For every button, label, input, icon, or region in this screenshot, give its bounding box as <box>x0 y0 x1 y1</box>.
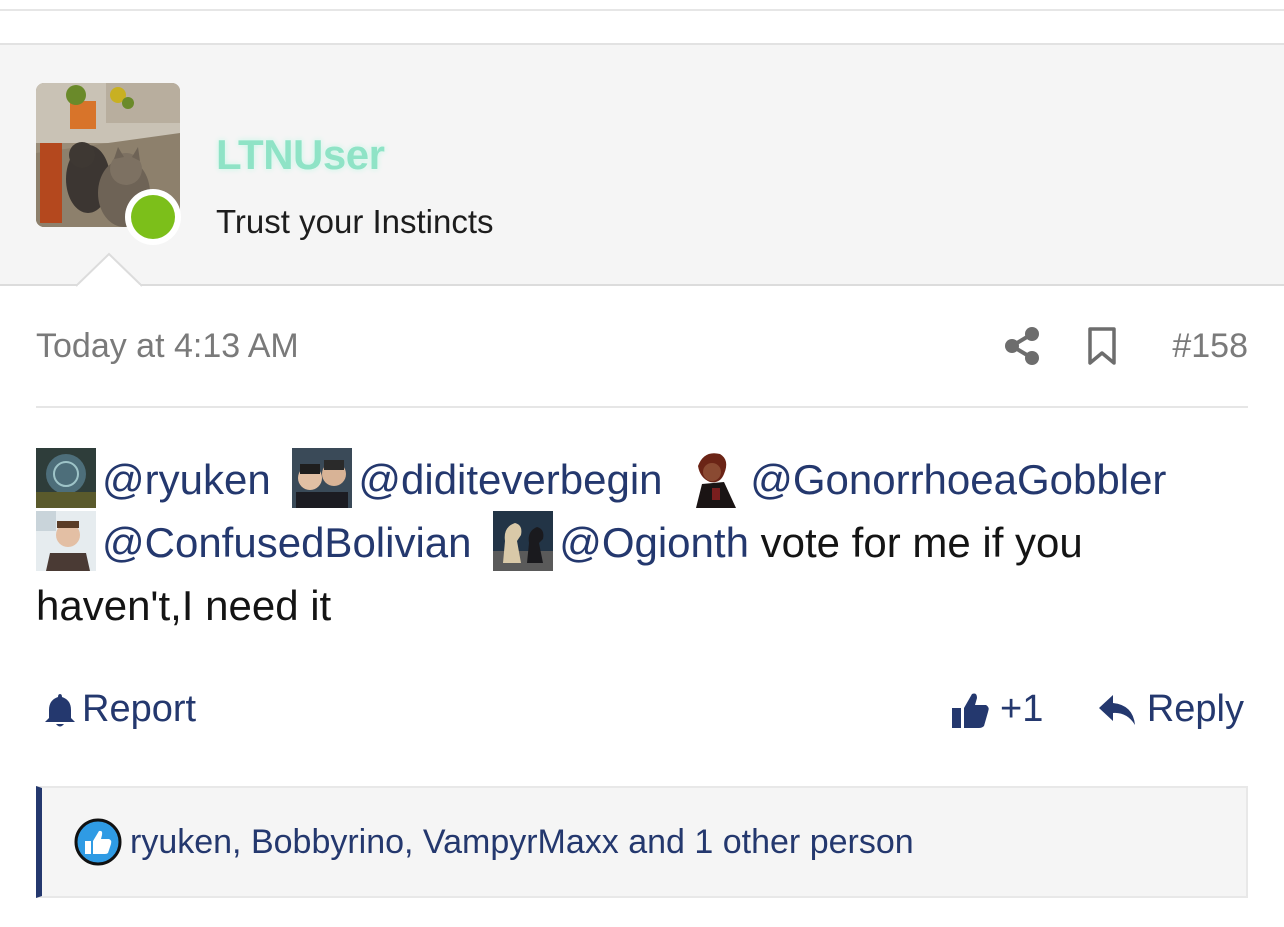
diditeverbegin-avatar[interactable] <box>292 448 353 508</box>
report-button[interactable]: Report <box>44 688 196 731</box>
like-label: +1 <box>1000 688 1044 730</box>
post-actions: Report +1 Reply <box>36 688 1248 738</box>
reply-icon <box>1098 694 1135 725</box>
confusedbolivian-avatar[interactable] <box>36 511 96 571</box>
mention-link[interactable]: @Ogionth <box>559 519 749 566</box>
online-status-indicator <box>125 189 181 245</box>
report-label: Report <box>82 688 197 730</box>
username-link[interactable]: LTNUser <box>216 131 385 179</box>
user-title: Trust your Instincts <box>216 203 494 240</box>
post-number-link[interactable]: #158 <box>1172 327 1248 366</box>
ryuken-avatar[interactable] <box>36 448 96 508</box>
post-user-header: LTNUser Trust your Instincts <box>0 43 1284 286</box>
post-message: @ryuken @diditeverbegin @GonorrhoeaGobbl… <box>36 448 1248 637</box>
mention-link[interactable]: @ConfusedBolivian <box>102 519 472 566</box>
message-text: vote for me if you <box>748 519 1083 566</box>
like-badge-icon <box>74 818 122 866</box>
bell-icon <box>45 693 75 726</box>
ogionth-avatar[interactable] <box>493 511 554 571</box>
message-text: haven't,I need it <box>36 582 332 629</box>
post-timestamp[interactable]: Today at 4:13 AM <box>36 327 299 366</box>
post-meta-row: Today at 4:13 AM #158 <box>36 320 1248 376</box>
gonorrhoeagobbler-avatar[interactable] <box>684 448 745 508</box>
bookmark-icon[interactable] <box>1086 326 1118 366</box>
likes-summary-bar: ryuken, Bobbyrino, VampyrMaxx and 1 othe… <box>36 786 1248 898</box>
reply-button[interactable]: Reply <box>1098 688 1244 731</box>
mention-link[interactable]: @GonorrhoeaGobbler <box>750 456 1166 503</box>
mention-link[interactable]: @ryuken <box>102 456 271 503</box>
thumbs-up-icon <box>952 693 989 728</box>
meta-divider <box>36 406 1248 408</box>
mention-link[interactable]: @diditeverbegin <box>358 456 662 503</box>
likes-summary-link[interactable]: ryuken, Bobbyrino, VampyrMaxx and 1 othe… <box>130 823 914 862</box>
reply-label: Reply <box>1146 688 1244 730</box>
like-button[interactable]: +1 <box>950 688 1043 731</box>
share-icon[interactable] <box>1004 326 1040 366</box>
top-divider <box>0 9 1284 11</box>
